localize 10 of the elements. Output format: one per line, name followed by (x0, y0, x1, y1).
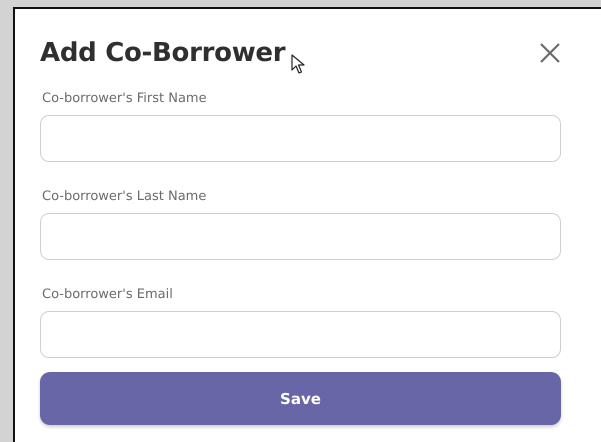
field-label: Co-borrower's Last Name (42, 189, 208, 204)
input-field[interactable] (40, 311, 561, 358)
dialog-title: Add Co-Borrower (40, 38, 286, 68)
save-button[interactable]: Save (40, 372, 561, 425)
field-label: Co-borrower's Email (42, 287, 174, 302)
field-label: Co-borrower's First Name (42, 91, 208, 106)
mouse-pointer-icon (291, 54, 306, 74)
close-button[interactable] (539, 42, 561, 64)
input-field[interactable] (40, 115, 561, 162)
input-field[interactable] (40, 213, 561, 260)
